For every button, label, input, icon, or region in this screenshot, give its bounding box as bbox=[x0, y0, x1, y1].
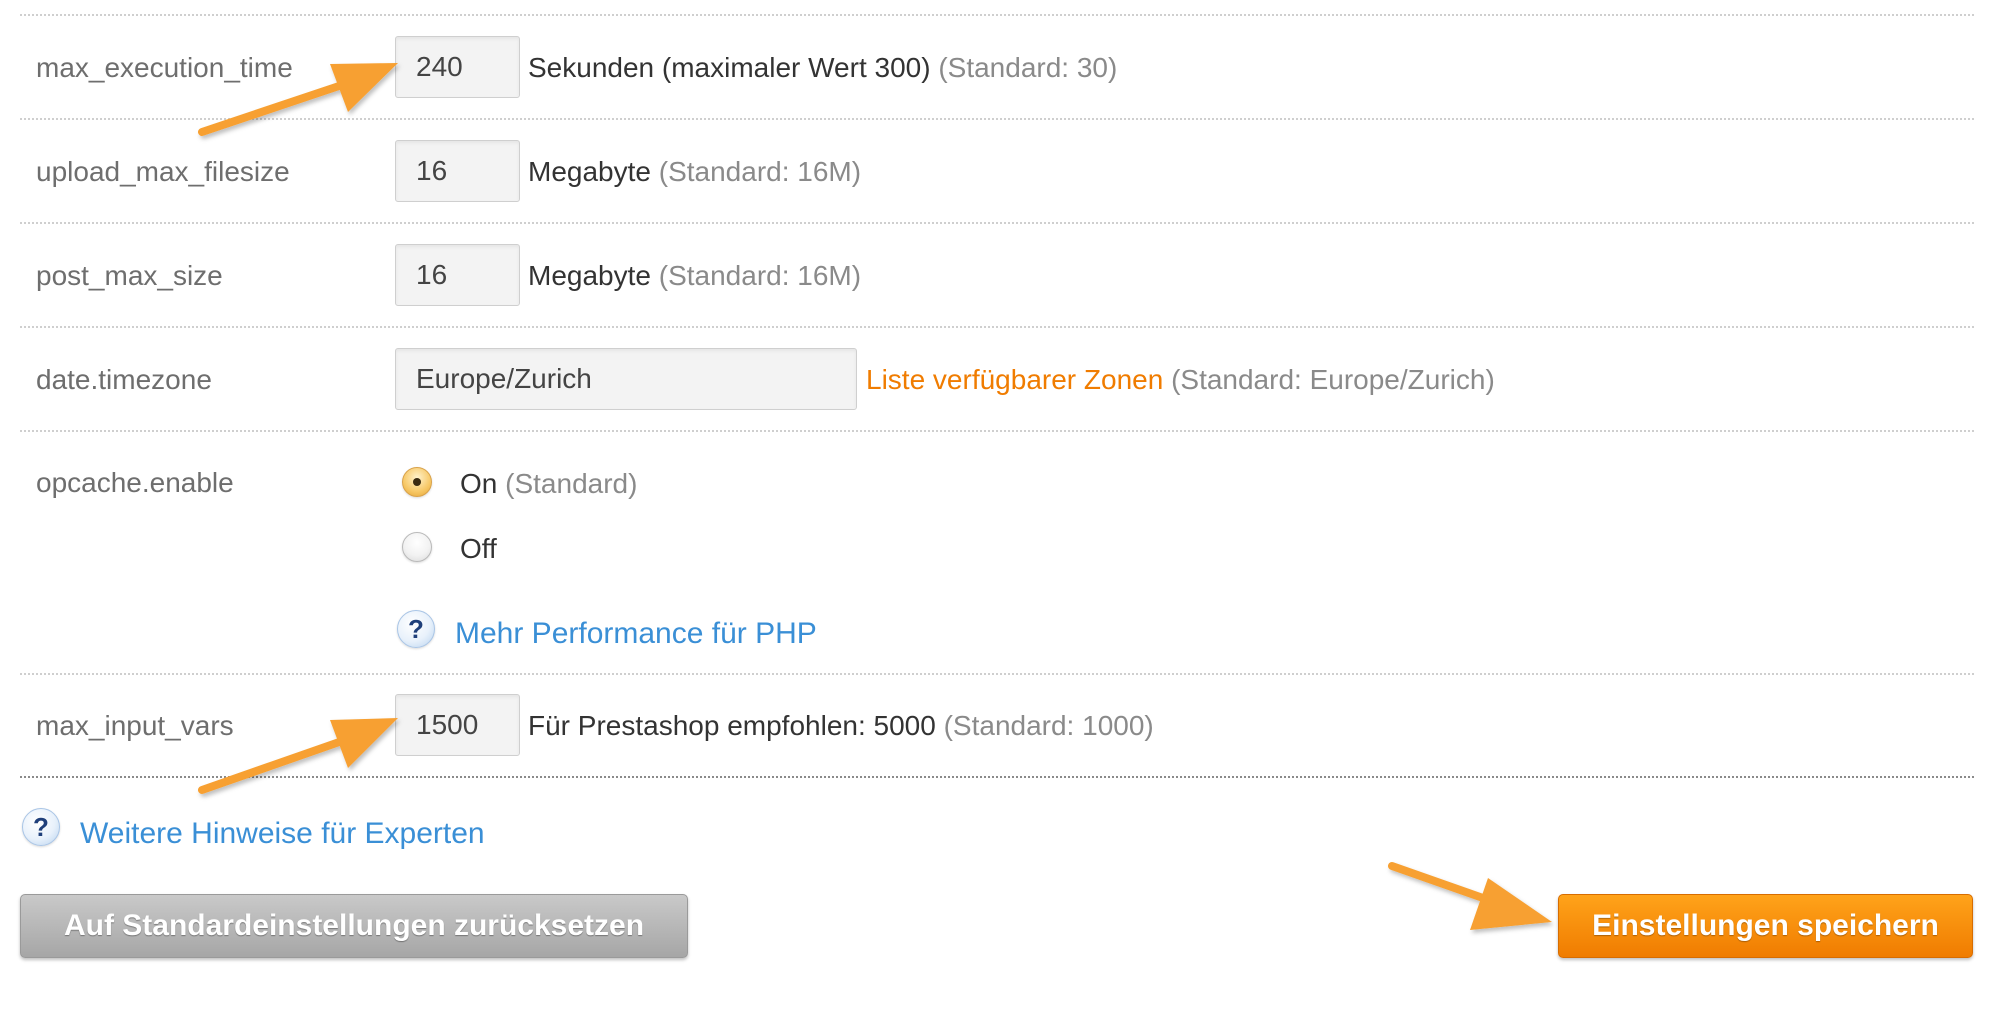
arrow-annotation-icon bbox=[1388, 862, 1552, 930]
arrow-annotation-icon bbox=[198, 718, 398, 794]
annotation-arrows bbox=[198, 63, 1552, 930]
php-settings-panel: max_execution_time 240 Sekunden (maximal… bbox=[0, 0, 2004, 1016]
arrow-annotation-icon bbox=[198, 63, 398, 136]
